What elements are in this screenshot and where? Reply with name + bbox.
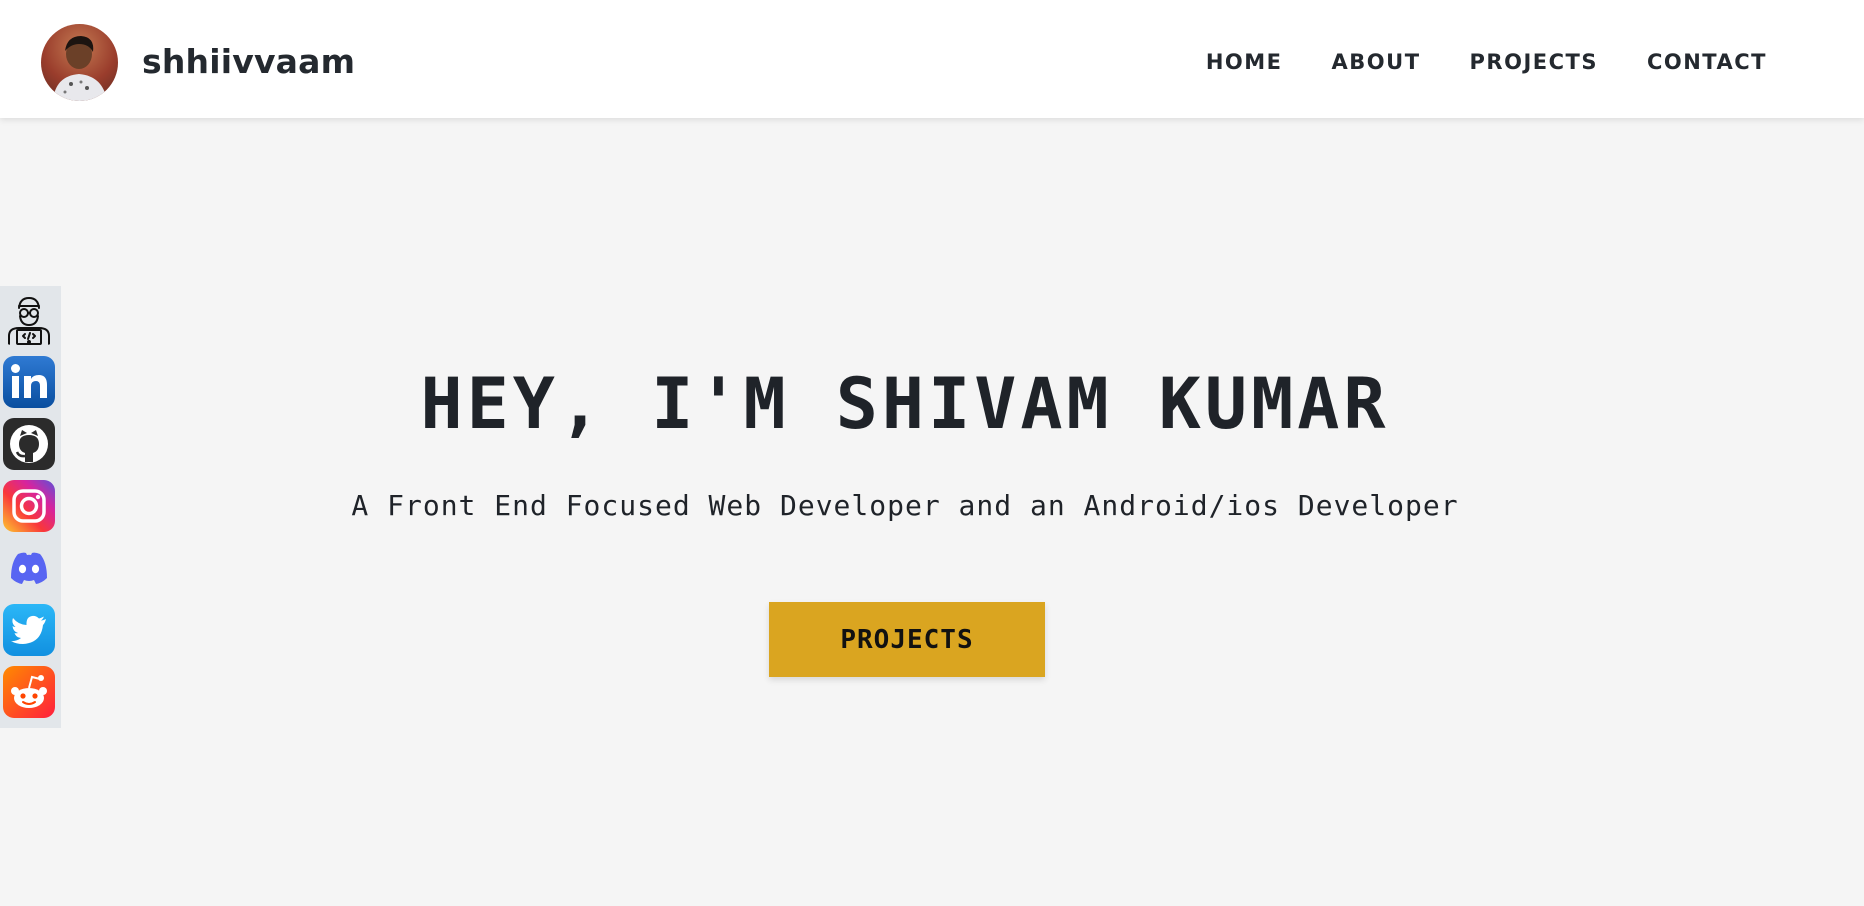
projects-button[interactable]: PROJECTS <box>769 602 1045 677</box>
github-icon[interactable] <box>3 418 55 470</box>
reddit-icon[interactable] <box>3 666 55 718</box>
developer-icon[interactable] <box>3 294 55 346</box>
hero-subtitle: A Front End Focused Web Developer and an… <box>351 489 1459 522</box>
linkedin-icon[interactable] <box>3 356 55 408</box>
nav-about[interactable]: ABOUT <box>1332 48 1421 76</box>
hero-section: HEY, I'M SHIVAM KUMAR A Front End Focuse… <box>0 118 1864 906</box>
instagram-icon[interactable] <box>3 480 55 532</box>
nav-contact[interactable]: CONTACT <box>1647 48 1767 76</box>
main-nav: HOME ABOUT PROJECTS CONTACT <box>1206 48 1767 76</box>
social-sidebar <box>0 286 61 728</box>
discord-icon[interactable] <box>3 542 55 594</box>
nav-projects[interactable]: PROJECTS <box>1470 48 1598 76</box>
site-header: shhiivvaam HOME ABOUT PROJECTS CONTACT <box>0 0 1864 118</box>
avatar[interactable] <box>41 24 118 101</box>
nav-home[interactable]: HOME <box>1206 48 1283 76</box>
site-brand[interactable]: shhiivvaam <box>142 40 355 84</box>
hero-title: HEY, I'M SHIVAM KUMAR <box>420 363 1390 445</box>
twitter-icon[interactable] <box>3 604 55 656</box>
